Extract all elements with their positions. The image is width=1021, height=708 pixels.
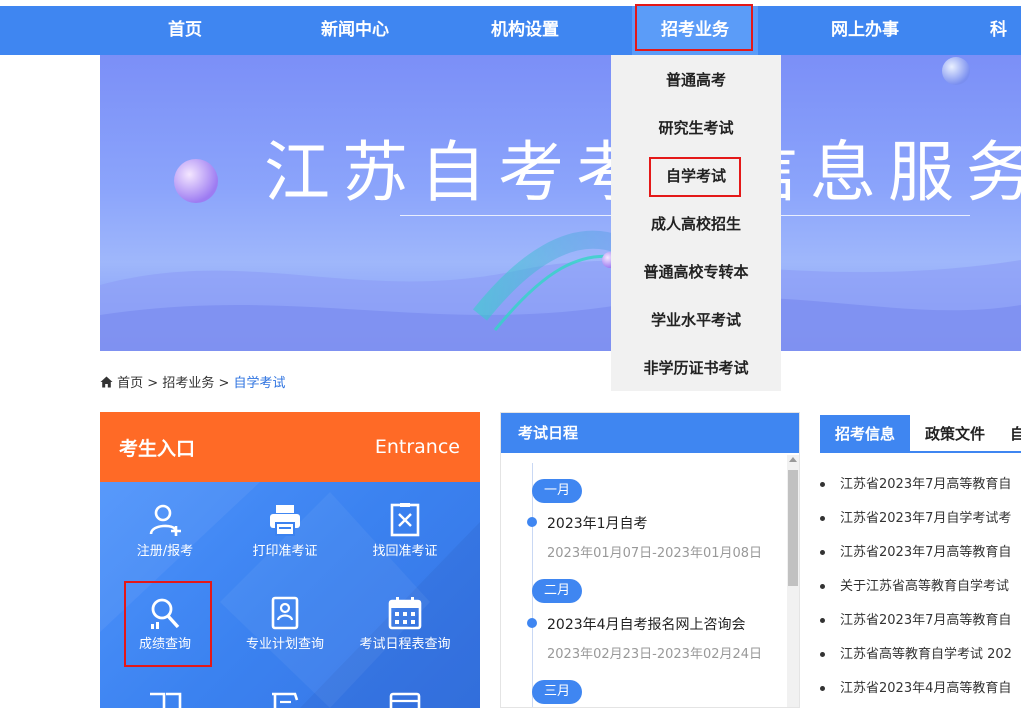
timeline-dot [527, 618, 537, 628]
list-item[interactable]: 江苏省2023年7月高等教育自 [820, 604, 1021, 638]
entrance-grid: 注册/报考 打印准考证 找回准考证 成绩查询 专业计划查询 考试日程表查询 [100, 482, 480, 708]
register-button[interactable]: 注册/报考 [110, 502, 220, 582]
nav-item-home[interactable]: 首页 [145, 6, 225, 55]
plan-doc-icon [271, 596, 299, 630]
breadcrumb-separator: > [218, 376, 230, 391]
menu-item-gaokao[interactable]: 普通高考 [611, 56, 781, 104]
major-plan-query-button[interactable]: 专业计划查询 [230, 595, 340, 675]
page: 首页 新闻中心 机构设置 招考业务 网上办事 科 普通高考 研究生考试 自学考试… [0, 0, 1021, 708]
month-badge: 三月 [532, 680, 582, 704]
bullet-icon [820, 618, 825, 623]
print-admission-ticket-button[interactable]: 打印准考证 [230, 502, 340, 582]
admissions-dropdown-menu: 普通高考 研究生考试 自学考试 成人高校招生 普通高校专转本 学业水平考试 非学… [611, 55, 781, 391]
news-tabs: 招考信息 政策文件 自 [820, 415, 1021, 453]
form-icon [389, 692, 421, 708]
bullet-icon [820, 550, 825, 555]
list-item[interactable]: 江苏省高等教育自学考试 202 [820, 638, 1021, 672]
entrance-header: 考生入口 Entrance [100, 412, 480, 482]
scrollbar-thumb[interactable] [788, 470, 798, 586]
list-item[interactable]: 关于江苏省高等教育自学考试 [820, 570, 1021, 604]
news-title: 江苏省高等教育自学考试 202 [840, 647, 1012, 662]
news-title: 江苏省2023年7月自学考试考 [840, 511, 1012, 526]
menu-item-graduate-exam[interactable]: 研究生考试 [611, 104, 781, 152]
entrance-title: 考生入口 [119, 438, 196, 460]
main-nav: 首页 新闻中心 机构设置 招考业务 网上办事 科 [0, 4, 1021, 55]
printer-icon [270, 505, 300, 536]
major-plan-query-label: 专业计划查询 [245, 637, 324, 652]
register-label: 注册/报考 [136, 544, 194, 559]
tab-admission-info[interactable]: 招考信息 [820, 415, 910, 453]
list-item[interactable]: 江苏省2023年7月高等教育自 [820, 536, 1021, 570]
news-title: 江苏省2023年7月高等教育自 [840, 545, 1012, 560]
exam-schedule-query-button[interactable]: 考试日程表查询 [350, 595, 460, 675]
breadcrumb-current: 自学考试 [233, 376, 286, 391]
exam-schedule-panel: 考试日程 一月 2023年1月自考 2023年01月07日-2023年01月08… [500, 412, 800, 708]
menu-item-adult-college[interactable]: 成人高校招生 [611, 200, 781, 248]
user-add-icon [149, 504, 181, 536]
nav-item-news[interactable]: 新闻中心 [305, 6, 405, 55]
news-title: 江苏省2023年7月高等教育自 [840, 613, 1012, 628]
menu-item-self-study-exam[interactable]: 自学考试 [611, 152, 781, 200]
timeline-dot [527, 517, 537, 527]
menu-item-certificate-exam[interactable]: 非学历证书考试 [611, 344, 781, 392]
exam-schedule-query-label: 考试日程表查询 [359, 637, 451, 652]
news-title: 江苏省2023年4月高等教育自 [840, 681, 1012, 696]
hero-banner: 江苏自考考试信息服务平 [100, 55, 1021, 351]
highlight-box [649, 157, 741, 197]
schedule-scrollbar[interactable] [787, 455, 799, 707]
document-icon [272, 692, 299, 708]
highlight-box [635, 4, 753, 51]
menu-item-transfer-bachelor[interactable]: 普通高校专转本 [611, 248, 781, 296]
schedule-event-date: 2023年01月07日-2023年01月08日 [547, 546, 763, 561]
breadcrumb-separator: > [147, 376, 159, 391]
top-bar: 首页 新闻中心 机构设置 招考业务 网上办事 科 [0, 0, 1021, 55]
scroll-up-arrow-icon[interactable] [789, 457, 797, 462]
retrieve-admission-ticket-label: 找回准考证 [372, 544, 438, 559]
news-panel: 招考信息 政策文件 自 江苏省2023年7月高等教育自 江苏省2023年7月自学… [820, 412, 1021, 708]
bullet-icon [820, 516, 825, 521]
schedule-event-date: 2023年02月23日-2023年02月24日 [547, 647, 763, 662]
month-badge: 二月 [532, 579, 582, 603]
schedule-event-title[interactable]: 2023年4月自考报名网上咨询会 [547, 614, 746, 634]
nav-item-organization[interactable]: 机构设置 [475, 6, 575, 55]
news-title: 江苏省2023年7月高等教育自 [840, 477, 1012, 492]
month-badge: 一月 [532, 479, 582, 503]
schedule-title: 考试日程 [501, 413, 799, 453]
entrance-title-en: Entrance [374, 436, 460, 458]
tab-more[interactable]: 自 [1010, 415, 1021, 453]
book-icon [150, 692, 182, 708]
nav-item-online-service[interactable]: 网上办事 [815, 6, 915, 55]
menu-item-proficiency-test[interactable]: 学业水平考试 [611, 296, 781, 344]
retrieve-card-icon [390, 503, 420, 537]
breadcrumb-admissions[interactable]: 招考业务 [162, 376, 214, 391]
bullet-icon [820, 482, 825, 487]
breadcrumb: 首页 > 招考业务 > 自学考试 [100, 375, 286, 393]
candidate-entrance-panel: 考生入口 Entrance 注册/报考 打印准考证 找回准考证 成绩查询 专业计… [100, 412, 480, 708]
bullet-icon [820, 686, 825, 691]
list-item[interactable]: 江苏省2023年4月高等教育自 [820, 672, 1021, 706]
list-item[interactable]: 江苏省2023年7月高等教育自 [820, 468, 1021, 502]
home-icon [100, 376, 113, 388]
schedule-event-title[interactable]: 2023年1月自考 [547, 513, 648, 533]
highlight-box [124, 581, 212, 667]
bullet-icon [820, 584, 825, 589]
tab-policy-documents[interactable]: 政策文件 [910, 415, 1000, 453]
nav-item-admissions[interactable]: 招考业务 [632, 4, 758, 55]
calendar-icon [388, 597, 422, 630]
news-title: 关于江苏省高等教育自学考试 [840, 579, 1010, 594]
list-item[interactable]: 江苏省2023年7月自学考试考 [820, 502, 1021, 536]
retrieve-admission-ticket-button[interactable]: 找回准考证 [350, 502, 460, 582]
bullet-icon [820, 652, 825, 657]
breadcrumb-home[interactable]: 首页 [117, 376, 143, 391]
print-admission-ticket-label: 打印准考证 [252, 544, 318, 559]
nav-item-more[interactable]: 科 [990, 6, 1021, 55]
